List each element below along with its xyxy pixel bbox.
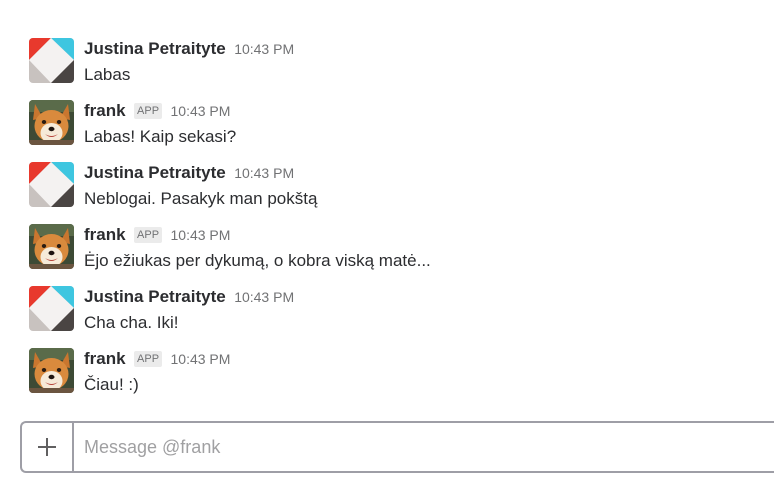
message-text: Labas! Kaip sekasi? <box>84 127 237 146</box>
message-header: frank APP 10:43 PM <box>84 224 230 246</box>
app-badge: APP <box>134 103 163 119</box>
message-item: Justina Petraityte 10:43 PM Neblogai. Pa… <box>29 162 769 222</box>
message-item: Justina Petraityte 10:43 PM Cha cha. Iki… <box>29 286 769 346</box>
sender-name[interactable]: frank <box>84 225 126 244</box>
sender-name[interactable]: frank <box>84 349 126 368</box>
message-composer <box>20 421 774 473</box>
message-header: frank APP 10:43 PM <box>84 100 230 122</box>
message-text: Neblogai. Pasakyk man pokštą <box>84 189 318 208</box>
message-item: frank APP 10:43 PM Labas! Kaip sekasi? <box>29 100 769 160</box>
justina-avatar[interactable] <box>29 162 74 207</box>
message-item: frank APP 10:43 PM Ėjo ežiukas per dykum… <box>29 224 769 284</box>
message-input[interactable] <box>84 423 774 471</box>
message-item: frank APP 10:43 PM Čiau! :) <box>29 348 769 408</box>
timestamp[interactable]: 10:43 PM <box>171 227 231 243</box>
message-text: Ėjo ežiukas per dykumą, o kobra viską ma… <box>84 251 431 270</box>
message-header: frank APP 10:43 PM <box>84 348 230 370</box>
sender-name[interactable]: Justina Petraityte <box>84 39 226 58</box>
plus-icon <box>38 438 56 456</box>
sender-name[interactable]: frank <box>84 101 126 120</box>
frank-avatar[interactable] <box>29 348 74 393</box>
timestamp[interactable]: 10:43 PM <box>234 289 294 305</box>
message-header: Justina Petraityte 10:43 PM <box>84 286 294 308</box>
timestamp[interactable]: 10:43 PM <box>234 41 294 57</box>
justina-avatar[interactable] <box>29 38 74 83</box>
frank-avatar[interactable] <box>29 224 74 269</box>
timestamp[interactable]: 10:43 PM <box>234 165 294 181</box>
justina-avatar[interactable] <box>29 286 74 331</box>
timestamp[interactable]: 10:43 PM <box>171 351 231 367</box>
message-text: Labas <box>84 65 131 84</box>
app-badge: APP <box>134 351 163 367</box>
timestamp[interactable]: 10:43 PM <box>171 103 231 119</box>
sender-name[interactable]: Justina Petraityte <box>84 287 226 306</box>
message-header: Justina Petraityte 10:43 PM <box>84 162 294 184</box>
message-text: Cha cha. Iki! <box>84 313 179 332</box>
message-text: Čiau! :) <box>84 375 139 394</box>
sender-name[interactable]: Justina Petraityte <box>84 163 226 182</box>
add-attachment-button[interactable] <box>22 423 74 471</box>
message-list: Justina Petraityte 10:43 PM Labas frank <box>0 0 774 410</box>
frank-avatar[interactable] <box>29 100 74 145</box>
message-item: Justina Petraityte 10:43 PM Labas <box>29 38 769 98</box>
message-header: Justina Petraityte 10:43 PM <box>84 38 294 60</box>
app-badge: APP <box>134 227 163 243</box>
